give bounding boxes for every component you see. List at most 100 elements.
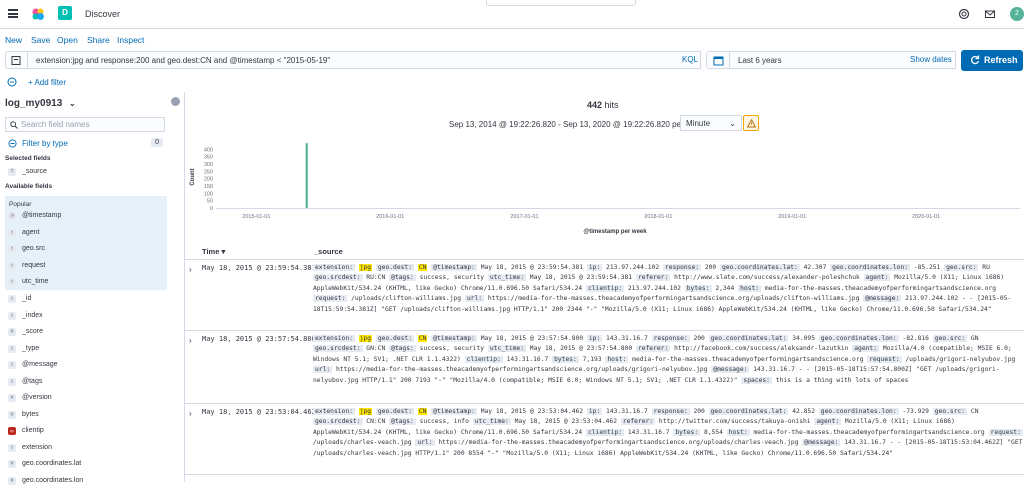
source-field-key: bytes:	[684, 284, 712, 292]
help-icon[interactable]	[958, 8, 970, 20]
source-field-key: geo.src:	[932, 335, 968, 342]
source-field-key: extension:	[313, 264, 355, 271]
field-item[interactable]: t _index	[5, 308, 167, 324]
source-field-value: 213.97.244.102	[606, 264, 660, 271]
field-item[interactable]: t agent	[5, 225, 167, 241]
field-item[interactable]: # geo.coordinates.lat	[5, 456, 167, 472]
field-item[interactable]: t _type	[5, 341, 167, 357]
filter-by-type-button[interactable]: Filter by type 0	[5, 137, 165, 151]
table-row: › May 18, 2015 @ 23:53:04.462 extension: j…	[185, 405, 1024, 475]
histogram-chart[interactable]: Count 400 350300250 200150100 500 2015-01-01 2…	[185, 132, 1024, 242]
source-field-key: geo.src:	[932, 408, 968, 415]
mail-icon[interactable]	[984, 8, 996, 20]
source-field-key: geo.coordinates.lat:	[708, 408, 789, 415]
add-filter-button[interactable]: + Add filter	[28, 78, 66, 87]
collapse-sidebar-button[interactable]	[171, 97, 180, 106]
filter-options-icon[interactable]	[7, 77, 17, 87]
time-column-header[interactable]: Time ▾	[202, 247, 225, 256]
field-item[interactable]: t @tags	[5, 374, 167, 390]
date-quick-menu-button[interactable]	[706, 51, 730, 69]
elastic-logo-icon[interactable]	[31, 7, 45, 21]
source-field-key: request:	[313, 295, 348, 303]
field-item-source[interactable]: ? _source	[5, 164, 167, 180]
source-field-value: CN:CN	[366, 418, 386, 426]
scale-warning-button[interactable]	[743, 115, 759, 131]
source-field-value: GN:CN	[366, 345, 386, 353]
field-type-icon: t	[8, 295, 16, 303]
index-pattern-selector[interactable]: log_my0913 ⌄	[5, 98, 76, 109]
histogram-bar[interactable]	[305, 143, 308, 208]
field-type-icon: ip	[8, 427, 16, 435]
source-field-key: ip:	[586, 264, 603, 271]
query-input[interactable]: extension:jpg and response:200 and geo.d…	[27, 51, 701, 69]
source-field-key: spaces:	[741, 376, 772, 384]
discover-main: 442 hits Sep 13, 2014 @ 19:22:26.820 - S…	[184, 92, 1024, 482]
source-field-key: @timestamp:	[431, 335, 477, 342]
source-field-key: clientip:	[464, 355, 503, 363]
y-axis-label: Count	[190, 168, 196, 185]
popular-heading: Popular	[9, 201, 32, 208]
chevron-down-icon: ⌄	[729, 119, 736, 128]
source-field-key: geo.dest:	[375, 408, 415, 415]
x-tick-label: 2016-01-01	[376, 214, 404, 220]
interval-select[interactable]: Minute ⌄	[680, 115, 742, 131]
source-field-value: CN	[970, 408, 979, 415]
field-type-icon: #	[8, 394, 16, 402]
new-button[interactable]: New	[5, 35, 22, 45]
field-name: _source	[22, 168, 47, 175]
menu-icon[interactable]	[8, 9, 18, 18]
save-button[interactable]: Save	[31, 35, 50, 45]
field-type-icon: #	[8, 476, 16, 485]
space-avatar[interactable]: D	[58, 6, 72, 20]
field-item[interactable]: t _id	[5, 291, 167, 307]
inspect-button[interactable]: Inspect	[117, 35, 144, 45]
show-dates-link[interactable]: Show dates	[910, 55, 952, 64]
query-language-switch[interactable]: KQL	[682, 55, 698, 64]
expand-row-icon[interactable]: ›	[189, 409, 192, 418]
saved-query-button[interactable]	[5, 51, 27, 69]
source-column-header: _source	[314, 247, 343, 256]
source-field-value: -73.929	[902, 408, 929, 415]
source-field-value: 143.31.16.7	[606, 408, 648, 415]
calendar-icon	[713, 56, 724, 66]
top-nav-bar: D Discover 2	[0, 0, 1024, 29]
selected-fields-heading: Selected fields	[5, 155, 51, 162]
search-icon	[10, 121, 18, 129]
field-item[interactable]: t @message	[5, 357, 167, 373]
source-field-value: May 18, 2015 @ 23:53:04.462	[480, 408, 584, 415]
source-field-value: media-for-the-masses.theacademyofperform…	[764, 284, 997, 292]
y-tick-label: 100	[204, 191, 213, 197]
field-item[interactable]: ◷ @timestamp	[5, 208, 167, 224]
field-search-input[interactable]: Search field names	[5, 117, 165, 132]
user-avatar[interactable]: 2	[1010, 7, 1024, 21]
field-item[interactable]: t request	[5, 258, 167, 274]
field-type-icon: t	[8, 261, 16, 270]
field-search-placeholder: Search field names	[21, 120, 90, 129]
field-item[interactable]: # bytes	[5, 407, 167, 423]
field-item[interactable]: t extension	[5, 440, 167, 456]
field-item[interactable]: # @version	[5, 390, 167, 406]
field-item[interactable]: ip clientip	[5, 423, 167, 439]
sidebar-scrollbar[interactable]	[167, 92, 170, 482]
field-item[interactable]: # _score	[5, 324, 167, 340]
field-item[interactable]: t geo.src	[5, 241, 167, 257]
source-field-key: geo.srcdest:	[313, 418, 363, 426]
open-button[interactable]: Open	[57, 35, 78, 45]
source-field-key: url:	[415, 439, 435, 447]
source-field-key: bytes:	[673, 428, 701, 436]
warning-icon	[747, 119, 756, 128]
share-button[interactable]: Share	[87, 35, 110, 45]
unknown-type-icon: ?	[8, 168, 16, 176]
source-field-key: host:	[726, 428, 750, 436]
source-field-key: response:	[662, 264, 702, 271]
field-name: @message	[22, 361, 58, 368]
source-field-key: utc_time:	[487, 345, 526, 353]
refresh-button[interactable]: Refresh	[961, 50, 1023, 71]
source-field-key: geo.coordinates.lat:	[708, 335, 789, 342]
date-range-label: Last 6 years	[738, 56, 782, 65]
expand-row-icon[interactable]: ›	[189, 265, 192, 274]
field-item[interactable]: t utc_time	[5, 274, 167, 290]
expand-row-icon[interactable]: ›	[189, 336, 192, 345]
field-item[interactable]: # geo.coordinates.lon	[5, 473, 167, 489]
app-title: Discover	[85, 9, 121, 19]
